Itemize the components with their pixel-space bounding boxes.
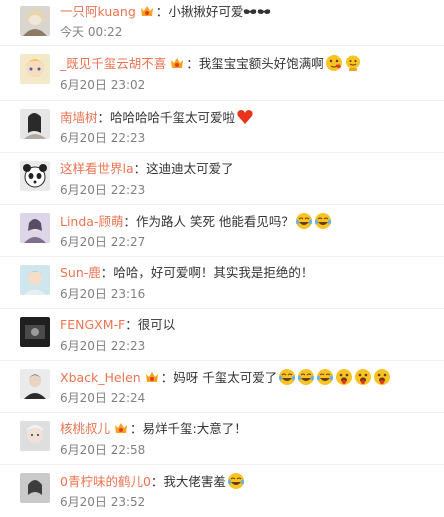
avatar[interactable]: [20, 473, 50, 503]
username-link[interactable]: 这样看世界la: [60, 161, 134, 176]
comment-line: 南墙树：哈哈哈哈千玺太可爱啦: [60, 108, 254, 126]
comment-time: 6月20日 22:58: [60, 443, 146, 457]
username-link[interactable]: 0青柠味的鹤儿0: [60, 474, 151, 489]
colon: ：: [186, 56, 199, 71]
tongue-face-icon: [335, 368, 353, 386]
comment-item: Linda-顾萌：作为路人 笑死 他能看见吗？ 6月20日 22:27: [0, 205, 444, 257]
comment-time: 6月20日 22:23: [60, 131, 146, 145]
avatar[interactable]: [20, 421, 50, 451]
comment-item: 核桃叔儿 ：易烊千玺:大意了！ 6月20日 22:58: [0, 413, 444, 465]
tongue-face-icon: [354, 368, 372, 386]
avatar[interactable]: [20, 369, 50, 399]
comment-time: 今天 00:22: [60, 25, 123, 39]
laugh-cry-icon: [227, 472, 245, 490]
comment-item: Xback_Helen ：妈呀 千玺太可爱了 6月20日 22:24: [0, 361, 444, 413]
colon: ：: [133, 161, 147, 176]
colon: ：: [155, 4, 169, 19]
comment-item: 南墙树：哈哈哈哈千玺太可爱啦 6月20日 22:23: [0, 101, 444, 153]
kiss-face-icon: [325, 54, 343, 72]
vip-badge-icon: [169, 56, 185, 70]
comment-line: Linda-顾萌：作为路人 笑死 他能看见吗？: [60, 212, 332, 230]
comment-line: 一只阿kuang ：小揪揪好可爱: [60, 3, 271, 21]
comment-time: 6月20日 22:24: [60, 391, 146, 405]
heart-icon: [236, 108, 254, 126]
laugh-cry-icon: [314, 212, 332, 230]
comment-line: 这样看世界la：这迪迪太可爱了: [60, 160, 234, 178]
username-link[interactable]: FENGXM-F: [60, 317, 125, 332]
username-link[interactable]: 核桃叔儿: [60, 421, 110, 436]
comment-item: _既见千玺云胡不喜 ：我玺宝宝额头好饱满啊 6月20日 23:02: [0, 46, 444, 101]
comment-line: Sun-鹿：哈哈，好可爱啊！其实我是拒绝的！: [60, 264, 313, 282]
comment-time: 6月20日 22:23: [60, 183, 146, 197]
laugh-cry-icon: [316, 368, 334, 386]
avatar[interactable]: [20, 54, 50, 84]
comment-text: 很可以: [137, 317, 176, 332]
mustache-icon: [243, 4, 257, 14]
colon: ：: [125, 317, 138, 332]
username-link[interactable]: 南墙树: [60, 110, 98, 125]
comment-list: 一只阿kuang ：小揪揪好可爱 今天 00:22 _既见千玺云胡不喜 ：我玺宝宝额…: [0, 0, 444, 517]
username-link[interactable]: _既见千玺云胡不喜: [60, 56, 166, 71]
comment-text: 妈呀 千玺太可爱了: [173, 370, 278, 385]
colon: ：: [130, 421, 143, 436]
laugh-cry-icon: [278, 368, 296, 386]
comment-time: 6月20日 23:02: [60, 78, 146, 92]
username-link[interactable]: Xback_Helen: [60, 370, 141, 385]
comment-text: 这迪迪太可爱了: [146, 161, 234, 176]
comment-line: _既见千玺云胡不喜 ：我玺宝宝额头好饱满啊: [60, 54, 362, 72]
comment-text: 我玺宝宝额头好饱满啊: [198, 56, 324, 71]
colon: ：: [97, 110, 111, 125]
comment-text: 易烊千玺:大意了！: [142, 421, 247, 436]
colon: ：: [100, 265, 114, 280]
avatar[interactable]: [20, 317, 50, 347]
username-link[interactable]: 一只阿kuang: [60, 4, 136, 19]
avatar[interactable]: [20, 161, 50, 191]
comment-text: 作为路人 笑死 他能看见吗？: [135, 214, 294, 229]
comment-item: 0青柠味的鹤儿0：我大佬害羞 6月20日 23:52: [0, 465, 444, 517]
mustache-icon: [257, 4, 271, 14]
colon: ：: [123, 214, 136, 229]
vip-badge-icon: [139, 4, 155, 18]
comment-line: FENGXM-F：很可以: [60, 316, 175, 334]
colon: ：: [150, 474, 164, 489]
vip-badge-icon: [113, 421, 129, 435]
comment-item: FENGXM-F：很可以 6月20日 22:23: [0, 309, 444, 361]
comment-item: 这样看世界la：这迪迪太可爱了 6月20日 22:23: [0, 153, 444, 205]
comment-line: 0青柠味的鹤儿0：我大佬害羞: [60, 472, 245, 490]
avatar[interactable]: [20, 6, 50, 36]
avatar[interactable]: [20, 265, 50, 295]
laugh-cry-icon: [295, 212, 313, 230]
vip-badge-icon: [144, 370, 160, 384]
tongue-face-icon: [373, 368, 391, 386]
comment-line: Xback_Helen ：妈呀 千玺太可爱了: [60, 368, 391, 386]
comment-item: 一只阿kuang ：小揪揪好可爱 今天 00:22: [0, 0, 444, 46]
comment-text: 哈哈，好可爱啊！其实我是拒绝的！: [113, 265, 314, 280]
comment-line: 核桃叔儿 ：易烊千玺:大意了！: [60, 420, 247, 438]
comment-time: 6月20日 22:23: [60, 339, 146, 353]
comment-text: 我大佬害羞: [163, 474, 226, 489]
comment-time: 6月20日 22:27: [60, 235, 146, 249]
comment-text: 哈哈哈哈千玺太可爱啦: [110, 110, 236, 125]
smile-face-icon: [344, 54, 362, 72]
colon: ：: [160, 370, 174, 385]
comment-time: 6月20日 23:16: [60, 287, 146, 301]
avatar[interactable]: [20, 213, 50, 243]
comment-time: 6月20日 23:52: [60, 495, 146, 509]
laugh-cry-icon: [297, 368, 315, 386]
username-link[interactable]: Sun-鹿: [60, 265, 101, 280]
avatar[interactable]: [20, 109, 50, 139]
comment-item: Sun-鹿：哈哈，好可爱啊！其实我是拒绝的！ 6月20日 23:16: [0, 257, 444, 309]
username-link[interactable]: Linda-顾萌: [60, 214, 123, 229]
comment-text: 小揪揪好可爱: [168, 4, 244, 19]
